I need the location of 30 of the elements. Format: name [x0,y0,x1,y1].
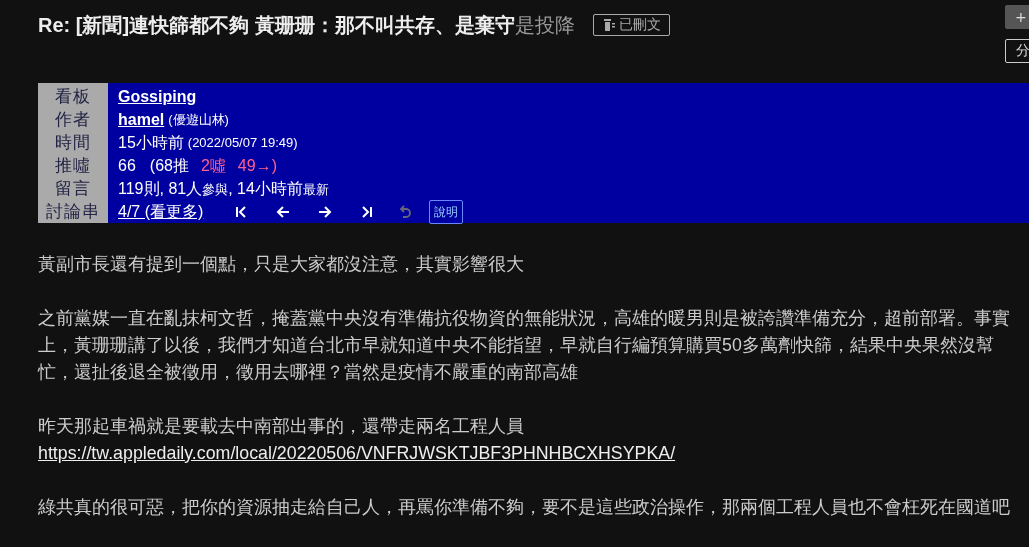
share-button[interactable]: 分 [1005,39,1029,63]
board-link[interactable]: Gossiping [118,85,197,108]
body-paragraph: 之前黨媒一直在亂抹柯文哲，掩蓋黨中央沒有準備抗役物資的無能狀況，高雄的暖男則是被誇讚準備充分，超前部署。事實上，黃珊珊講了以後，我們才知道台北市早就知道中央不能指望，早就自行編預算購買50多萬劑快篩，結果中央果然沒幫忙，還扯後退全被徵用，徵用去哪裡？當然是疫情不嚴重的南部高雄 [38,307,1011,384]
post-title: Re: [新聞]連快篩都不夠 黃珊珊：那不叫共存、是棄守是投降 [38,13,575,38]
field-label: 看板 [38,83,108,108]
boo-count: 2噓 [200,156,226,176]
post-time: 15小時前 [118,133,184,153]
field-label: 時間 [38,131,108,154]
add-button[interactable]: + [1005,5,1029,29]
field-label: 推噓 [38,154,108,177]
field-label: 留言 [38,177,108,200]
thread-link[interactable]: 4/7 (看更多) [118,200,204,223]
body-paragraph: 黃副市長還有提到一個點，只是大家都沒注意，其實影響很大 [38,253,525,276]
author-nickname: (優遊山林) [168,111,229,129]
body-paragraph: 綠共真的很可惡，把你的資源抽走給自己人，再罵你準備不夠，要不是這些政治操作，那兩個工程人員也不會枉死在國道吧 [38,496,1011,519]
author-link[interactable]: hamel [118,108,165,131]
forward-arrow-icon[interactable] [317,203,334,220]
article-link[interactable]: https://tw.appledaily.com/local/20220506/VNFRJWSKTJBF3PHNHBCXHSYPKA/ [38,443,676,463]
push-score: 66 [118,156,136,176]
field-label: 討論串 [38,200,108,223]
trash-icon [601,18,616,32]
arrow-count: 49→) [237,156,277,176]
field-label: 作者 [38,108,108,131]
back-arrow-icon[interactable] [275,203,292,220]
help-button[interactable]: 說明 [429,199,464,224]
push-count: (68推 [149,156,189,176]
post-date: (2022/05/07 19:49) [187,134,298,152]
body-paragraph: 昨天那起車禍就是要載去中南部出事的，還帶走兩名工程人員 [38,415,525,438]
comment-stats: 119則, 81人參與, 14小時前最新 [118,178,329,199]
deleted-badge: 已刪文 [592,14,670,36]
